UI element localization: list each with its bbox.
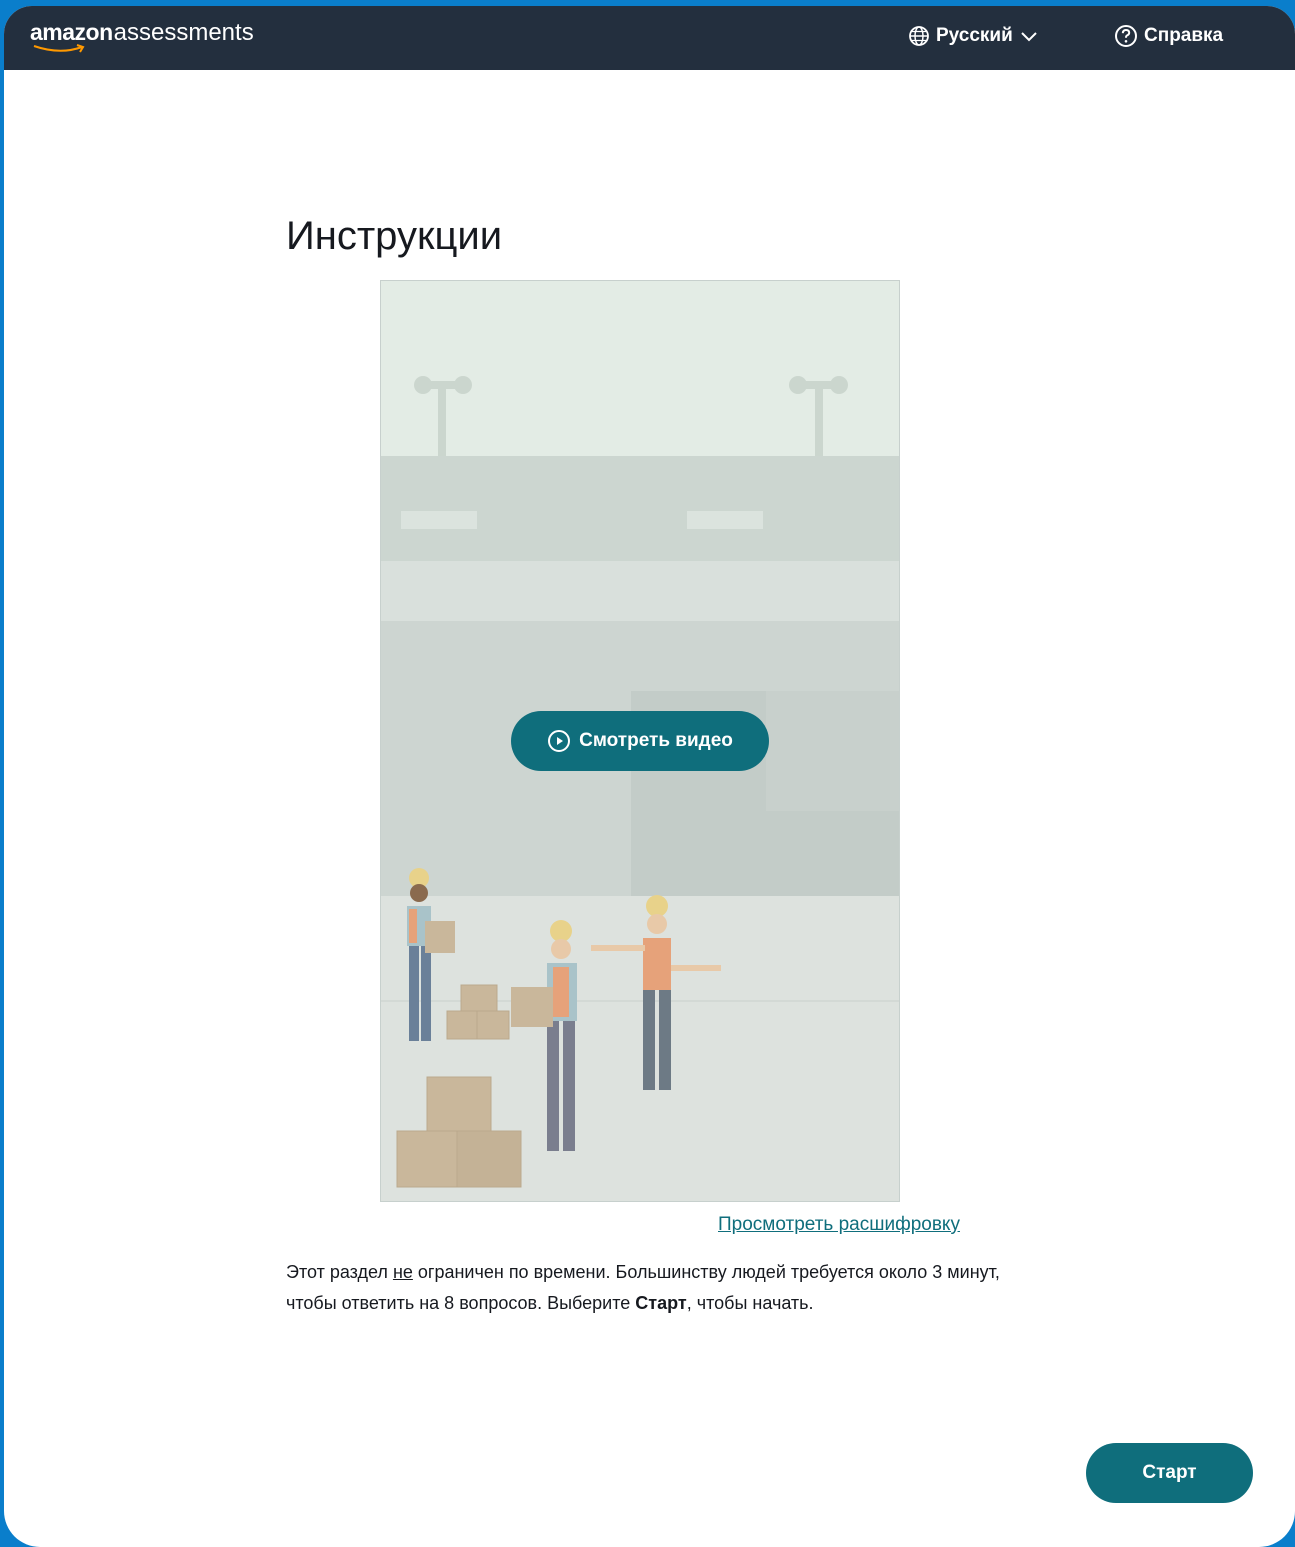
- watch-video-button[interactable]: Смотреть видео: [511, 711, 769, 771]
- language-label: Русский: [936, 25, 1013, 46]
- start-button[interactable]: Старт: [1086, 1443, 1253, 1503]
- instructions-part3: , чтобы начать.: [686, 1293, 814, 1313]
- help-circle-icon: [1115, 25, 1137, 47]
- amazon-smile-icon: [33, 44, 85, 53]
- top-navigation-bar: amazon assessments Русский Справка: [4, 6, 1295, 70]
- chevron-down-icon: [1021, 32, 1037, 42]
- instruction-video-player[interactable]: Смотреть видео: [380, 280, 900, 1202]
- instructions-start-bold: Старт: [635, 1293, 687, 1313]
- amazon-assessments-logo: amazon assessments: [30, 19, 254, 53]
- instructions-text: Этот раздел не ограничен по времени. Бол…: [286, 1257, 1006, 1319]
- help-label: Справка: [1144, 25, 1224, 46]
- logo-assessments-text: assessments: [113, 19, 254, 46]
- language-selector[interactable]: Русский: [908, 21, 1039, 51]
- view-transcript-link[interactable]: Просмотреть расшифровку: [718, 1214, 960, 1236]
- globe-icon: [909, 26, 929, 46]
- help-link[interactable]: Справка: [1114, 21, 1223, 51]
- instructions-not-emphasis: не: [392, 1262, 413, 1282]
- page-title: Инструкции: [286, 214, 503, 258]
- play-circle-icon: [548, 730, 571, 752]
- logo-amazon-text: amazon: [30, 19, 113, 45]
- watch-video-label: Смотреть видео: [579, 730, 733, 751]
- instructions-part1: Этот раздел: [286, 1262, 393, 1282]
- app-window: amazon assessments Русский Справка Инстр…: [4, 6, 1295, 1547]
